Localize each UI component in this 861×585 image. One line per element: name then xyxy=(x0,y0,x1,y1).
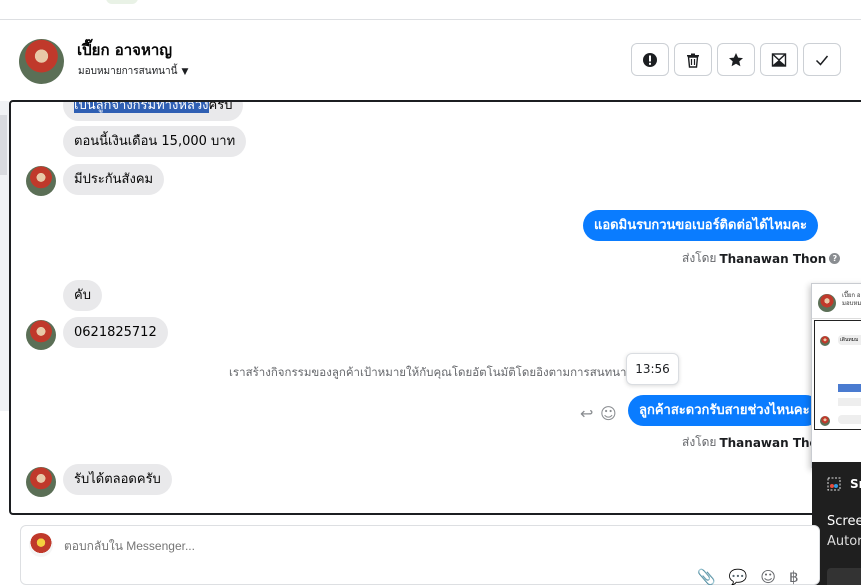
assign-label: มอบหมายการสนทนานี้ xyxy=(78,66,178,77)
snipping-tool-icon xyxy=(827,477,841,491)
incoming-message[interactable]: รับได้ตลอดครับ xyxy=(63,464,172,495)
preview-avatar-small xyxy=(820,336,830,346)
sender-avatar[interactable] xyxy=(26,320,56,350)
mark-unread-button[interactable] xyxy=(760,43,798,76)
header-actions xyxy=(631,43,841,76)
incoming-message[interactable]: มีประกันสังคม xyxy=(63,164,165,195)
delete-button[interactable] xyxy=(674,43,712,76)
incoming-message[interactable]: เป็นลูกจ้างกรมทางหลวงครับ xyxy=(63,100,244,121)
contact-avatar[interactable] xyxy=(19,39,64,84)
preview-avatar-small xyxy=(820,416,830,426)
system-note: เราสร้างกิจกรรมของลูกค้าเป้าหมายให้กับคุ… xyxy=(229,365,635,379)
top-toolbar-strip xyxy=(0,0,861,20)
report-button[interactable] xyxy=(631,43,669,76)
emoji-icon[interactable]: ☺ xyxy=(760,568,776,585)
star-icon xyxy=(729,52,743,66)
sent-by-label: ส่งโดย Thanawan Thon ? xyxy=(682,249,841,268)
preview-bubble-2 xyxy=(838,398,861,406)
outgoing-message[interactable]: แอดมินรบกวนขอเบอร์ติดต่อได้ไหมคะ xyxy=(583,210,819,241)
toast-line-1: Scree xyxy=(827,514,861,529)
exclamation-icon xyxy=(643,52,657,67)
composer-tools: 📎 💬 ☺ ฿ xyxy=(697,568,799,585)
page-avatar xyxy=(29,533,53,557)
toast-app-name: Sn xyxy=(850,477,861,491)
mark-done-button[interactable] xyxy=(803,43,841,76)
caret-down-icon: ▼ xyxy=(181,66,189,77)
message-text: ครับ xyxy=(208,100,233,113)
toast-button[interactable] xyxy=(827,568,861,585)
sender-avatar[interactable] xyxy=(26,166,56,196)
floating-preview-window[interactable]: เปี๊ยก อ มอบหมา เดินทมม xyxy=(811,283,861,468)
left-scroll-strip xyxy=(0,101,9,411)
assign-conversation-dropdown[interactable]: มอบหมายการสนทนานี้ ▼ xyxy=(78,64,188,79)
incoming-message[interactable]: ตอนนี้เงินเดือน 15,000 บาท xyxy=(63,126,247,157)
inbox-page: เปี๊ยก อาจหาญ มอบหมายการสนทนานี้ ▼ เป็นล… xyxy=(0,0,861,585)
sent-by-label: ส่งโดย Thanawan Thon xyxy=(682,433,826,452)
sender-avatar[interactable] xyxy=(26,467,56,497)
preview-divider xyxy=(812,318,861,319)
check-icon xyxy=(815,55,829,66)
left-scroll-marker xyxy=(0,115,7,175)
envelope-icon xyxy=(771,52,787,67)
conversation-header: เปี๊ยก อาจหาญ มอบหมายการสนทนานี้ ▼ xyxy=(0,21,861,101)
timestamp-tooltip: 13:56 xyxy=(626,353,679,385)
preview-bubble-3 xyxy=(838,415,861,424)
sent-by-prefix: ส่งโดย xyxy=(682,435,717,449)
trash-icon xyxy=(687,53,699,68)
sent-by-prefix: ส่งโดย xyxy=(682,251,717,265)
preview-name: เปี๊ยก อ xyxy=(842,292,861,299)
baht-icon[interactable]: ฿ xyxy=(789,568,799,585)
preview-avatar xyxy=(818,294,836,312)
star-button[interactable] xyxy=(717,43,755,76)
toast-line-2: Autor xyxy=(827,534,861,549)
preview-bubble-highlight xyxy=(838,384,861,392)
help-icon[interactable]: ? xyxy=(829,253,841,264)
outgoing-message[interactable]: ลูกค้าสะดวกรับสายช่วงไหนคะ xyxy=(628,395,821,426)
reply-input[interactable] xyxy=(64,539,564,553)
contact-name[interactable]: เปี๊ยก อาจหาญ xyxy=(77,38,172,62)
sent-by-agent[interactable]: Thanawan Thon xyxy=(719,252,826,266)
preview-sub: มอบหมา xyxy=(842,300,861,307)
saved-replies-icon[interactable]: 💬 xyxy=(729,568,748,585)
incoming-message[interactable]: 0621825712 xyxy=(63,317,168,348)
reply-icon[interactable]: ↩ xyxy=(580,404,593,423)
attachment-icon[interactable]: 📎 xyxy=(697,568,716,585)
selected-text: เป็นลูกจ้างกรมทางหลวง xyxy=(74,100,209,113)
preview-bubble: เดินทมม xyxy=(838,335,861,345)
conversation-panel: เป็นลูกจ้างกรมทางหลวงครับ ตอนนี้เงินเดือ… xyxy=(9,100,861,515)
top-pill xyxy=(106,0,138,4)
emoji-reaction-icon[interactable]: ☺ xyxy=(600,404,617,423)
preview-header-text: เปี๊ยก อ มอบหมา xyxy=(842,292,861,308)
incoming-message[interactable]: คับ xyxy=(63,280,102,311)
